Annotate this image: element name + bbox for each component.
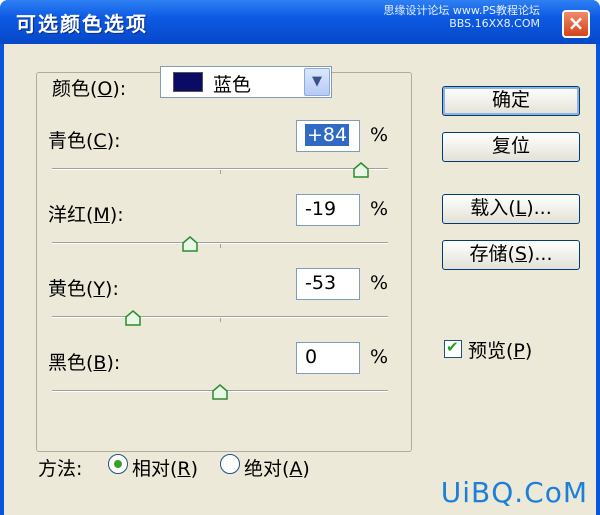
cyan-value-input[interactable]: +84 [296, 120, 360, 152]
dialog-window: 可选颜色选项 思缘设计论坛 www.PS教程论坛 BBS.16XX8.COM ×… [0, 0, 600, 515]
close-icon: × [567, 11, 585, 35]
checkmark-icon: ✔ [446, 338, 459, 356]
cyan-label: 青色(C): [48, 130, 121, 152]
colors-label: 颜色(O): [52, 78, 127, 100]
color-swatch [173, 72, 203, 92]
yellow-value-input[interactable]: -53 [296, 268, 360, 300]
black-label: 黑色(B): [48, 352, 121, 374]
absolute-label[interactable]: 绝对(A) [244, 454, 310, 481]
magenta-percent: % [370, 198, 389, 220]
relative-label[interactable]: 相对(R) [132, 454, 198, 481]
relative-radio[interactable] [108, 454, 128, 474]
cyan-percent: % [370, 124, 389, 146]
ok-button[interactable]: 确定 [442, 86, 580, 116]
chevron-down-icon[interactable]: ▼ [304, 68, 330, 96]
yellow-slider-thumb[interactable] [124, 310, 141, 326]
colors-dropdown-value: 蓝色 [213, 74, 252, 96]
black-value-input[interactable]: 0 [296, 342, 360, 374]
close-button[interactable]: × [562, 10, 590, 38]
method-label: 方法: [38, 458, 83, 480]
dialog-body: 颜色(O): 蓝色 ▼ 青色(C): +84 % 洋红(M): -19 % 黄色… [4, 44, 596, 515]
colors-dropdown[interactable]: 蓝色 ▼ [160, 66, 332, 98]
watermark: 思缘设计论坛 www.PS教程论坛 BBS.16XX8.COM [383, 4, 540, 30]
title-bar[interactable]: 可选颜色选项 思缘设计论坛 www.PS教程论坛 BBS.16XX8.COM × [0, 0, 600, 44]
cyan-slider-thumb[interactable] [353, 162, 369, 178]
magenta-label: 洋红(M): [48, 204, 124, 226]
preview-label[interactable]: 预览(P) [468, 336, 532, 363]
radio-selected-dot [114, 460, 122, 468]
yellow-percent: % [370, 272, 389, 294]
black-slider-thumb[interactable] [212, 384, 228, 400]
load-button[interactable]: 载入(L)... [442, 194, 580, 224]
magenta-value-input[interactable]: -19 [296, 194, 360, 226]
yellow-label: 黄色(Y): [48, 278, 119, 300]
brand-watermark: UiBQ.CoM [440, 476, 588, 509]
save-button[interactable]: 存储(S)... [442, 240, 580, 270]
dialog-title: 可选颜色选项 [16, 12, 148, 36]
black-percent: % [370, 346, 389, 368]
absolute-radio[interactable] [220, 454, 240, 474]
reset-button[interactable]: 复位 [442, 132, 580, 162]
magenta-slider-thumb[interactable] [182, 236, 198, 252]
preview-checkbox[interactable]: ✔ [444, 338, 462, 358]
